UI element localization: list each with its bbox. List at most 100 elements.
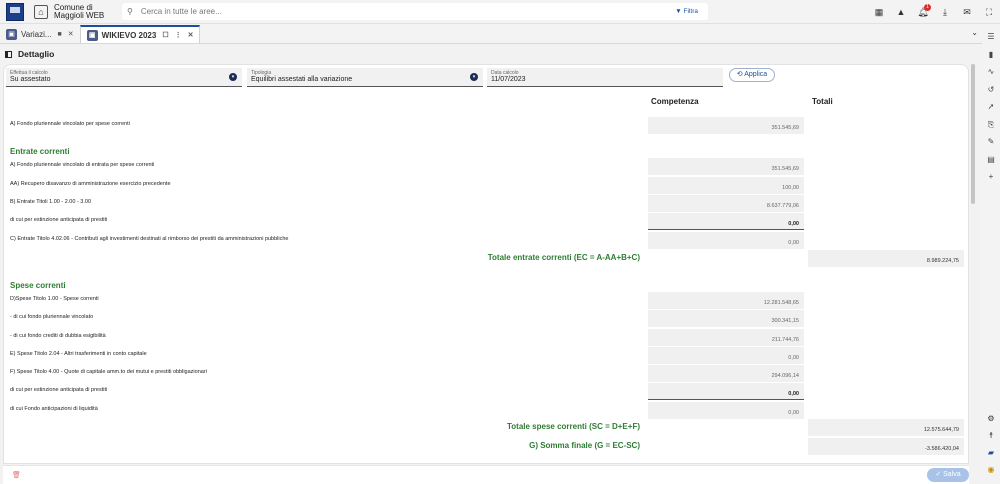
row-value: 351.545,69: [648, 117, 804, 134]
total-entrate-label: Totale entrate correnti (EC = A-AA+B+C): [487, 253, 640, 262]
home-icon[interactable]: ⌂: [34, 4, 48, 19]
tab-label: WIKIEVO 2023: [101, 30, 157, 40]
rocket-icon[interactable]: ➚: [988, 98, 995, 116]
row-label: di cui per estinzione anticipata di pres…: [10, 217, 108, 223]
copy-icon[interactable]: ⎘: [988, 116, 994, 134]
bookmark-icon[interactable]: ▮: [989, 46, 993, 64]
row-label: C) Entrate Titolo 4.02.06 - Contributi a…: [10, 236, 289, 242]
fullscreen-icon[interactable]: ⛶: [978, 7, 1000, 18]
row-label: B) Entrate Titoli 1.00 - 2.00 - 3.00: [10, 199, 92, 205]
somma-finale-value: -3.586.420,04: [808, 438, 964, 455]
data-calcolo-field[interactable]: Data calcolo 11/07/2023: [487, 68, 723, 87]
tabs-bar: ▣ Variazi... ■ ✕ ▣ WIKIEVO 2023 ☐ ⋮ ✕: [0, 24, 982, 44]
panel-icon: [5, 50, 12, 58]
top-bar: ⌂ Comune di Maggioli WEB ⚲ Cerca in tutt…: [0, 0, 1000, 24]
somma-finale-label: G) Somma finale (G = EC-SC): [529, 441, 640, 450]
footer-bar: 🗑︎ ✓ Salva: [3, 465, 969, 484]
calcolo-select[interactable]: Effettua il calcolo Su assestato ▾: [6, 68, 242, 87]
apps-grid-icon[interactable]: ▦: [868, 7, 890, 18]
save-label: Salva: [943, 471, 961, 478]
row-label: D)Spese Titolo 1.00 - Spese correnti: [10, 296, 99, 302]
list-icon[interactable]: ☰: [987, 28, 994, 46]
tab-label: Variazi...: [21, 29, 52, 39]
filter-button[interactable]: ▼ Filtra: [675, 8, 698, 15]
total-spese-value: 12.575.644,79: [808, 419, 964, 436]
tab-wikievo[interactable]: ▣ WIKIEVO 2023 ☐ ⋮ ✕: [79, 25, 201, 43]
row-label: di cui Fondo anticipazioni di liquidità: [10, 406, 98, 412]
right-sidebar: ☰ ▮ ∿ ↺ ➚ ⎘ ✎ ▤ + ⚙ ☨ ▰ ◉: [982, 24, 1000, 484]
accessibility-icon[interactable]: ☨: [982, 431, 1000, 440]
tab-icon: ▣: [6, 28, 17, 40]
row-label: di cui per estinzione anticipata di pres…: [10, 387, 108, 393]
row-value[interactable]: 0,00: [648, 383, 804, 400]
section-spese-correnti: Spese correnti: [10, 281, 66, 290]
row-label: A) Fondo pluriennale vincolato per spese…: [10, 121, 130, 127]
warning-icon[interactable]: ▲: [890, 7, 912, 17]
more-icon[interactable]: ⋮: [175, 31, 182, 39]
gear-icon[interactable]: ⚙: [982, 414, 1000, 423]
maggioli-logo: [6, 2, 24, 21]
row-label: F) Spese Titolo 4.00 - Quote di capitale…: [10, 369, 207, 375]
add-icon[interactable]: +: [989, 168, 994, 186]
chat-icon[interactable]: ▰: [982, 448, 1000, 457]
tab-icon: ▣: [86, 29, 98, 41]
column-competenza: Competenza: [651, 97, 699, 106]
row-value: 0,00: [648, 402, 804, 419]
row-value[interactable]: 0,00: [648, 213, 804, 230]
section-entrate-correnti: Entrate correnti: [10, 147, 70, 156]
detail-header: Dettaglio: [0, 45, 982, 63]
download-icon[interactable]: ⤓: [934, 7, 956, 18]
row-value: 8.637.779,06: [648, 195, 804, 212]
apply-button[interactable]: ⟲ Applica: [729, 68, 775, 82]
bell-icon[interactable]: 🔔︎ 1: [912, 3, 934, 18]
chevron-down-icon[interactable]: ⌄: [971, 28, 978, 37]
mail-icon[interactable]: ✉: [956, 7, 978, 18]
total-entrate-value: 8.989.224,75: [808, 250, 964, 267]
row-value: 294.096,14: [648, 365, 804, 382]
row-label: AA) Recupero disavanzo di amministrazion…: [10, 181, 171, 187]
row-value: 211.744,76: [648, 329, 804, 346]
row-value: 12.281.548,65: [648, 292, 804, 309]
history-icon[interactable]: ↺: [988, 81, 995, 99]
help-icon[interactable]: ◉: [982, 465, 1000, 474]
calcolo-value: Su assestato: [10, 76, 51, 83]
scrollbar[interactable]: [971, 64, 975, 204]
column-totali: Totali: [812, 97, 833, 106]
app-title: Comune di Maggioli WEB: [54, 3, 114, 20]
tab-variazioni[interactable]: ▣ Variazi... ■ ✕: [0, 25, 80, 43]
chart-icon[interactable]: ∿: [988, 63, 995, 81]
app-title-line2: Maggioli WEB: [54, 10, 105, 20]
chevron-down-icon[interactable]: ▾: [229, 73, 237, 81]
row-value: 351.545,69: [648, 158, 804, 175]
row-label: E) Spese Titolo 2.04 - Altri trasferimen…: [10, 351, 147, 357]
save-button[interactable]: ✓ Salva: [927, 468, 969, 482]
close-icon[interactable]: ✕: [188, 31, 194, 39]
close-icon[interactable]: ✕: [68, 30, 74, 38]
row-value: 0,00: [648, 232, 804, 249]
pin-icon[interactable]: ☐: [162, 31, 168, 39]
tipologia-select[interactable]: Tipologia Equilibri assestati alla varia…: [247, 68, 483, 87]
tipologia-value: Equilibri assestati alla variazione: [251, 76, 353, 83]
row-value: 300.341,15: [648, 310, 804, 327]
data-calcolo-value: 11/07/2023: [491, 76, 526, 83]
edit-icon[interactable]: ✎: [988, 133, 995, 151]
top-icons: ▦ ▲ 🔔︎ 1 ⤓ ✉ ⛶: [868, 0, 1000, 24]
apply-label: Applica: [744, 71, 768, 78]
refresh-icon: ⟲: [736, 71, 743, 78]
row-label: A) Fondo pluriennale vincolato di entrat…: [10, 162, 155, 168]
notification-badge: 1: [924, 3, 931, 11]
bookmark-icon[interactable]: ■: [58, 31, 62, 38]
row-value: 100,00: [648, 177, 804, 194]
row-label: - di cui fondo crediti di dubbia esigibi…: [10, 333, 106, 339]
search-icon: ⚲: [127, 7, 133, 16]
total-spese-label: Totale spese correnti (SC = D+E+F): [506, 422, 640, 431]
document-icon[interactable]: ▤: [987, 151, 995, 169]
row-value: 0,00: [648, 347, 804, 364]
chevron-down-icon[interactable]: ▾: [470, 73, 478, 81]
detail-title: Dettaglio: [18, 49, 55, 59]
search-input[interactable]: Cerca in tutte le aree...: [141, 7, 222, 16]
trash-icon[interactable]: 🗑︎: [12, 471, 21, 479]
search-bar[interactable]: ⚲ Cerca in tutte le aree... ▼ Filtra: [122, 3, 708, 20]
row-label: - di cui fondo pluriennale vincolato: [10, 314, 94, 320]
filter-label: Filtra: [683, 8, 698, 15]
